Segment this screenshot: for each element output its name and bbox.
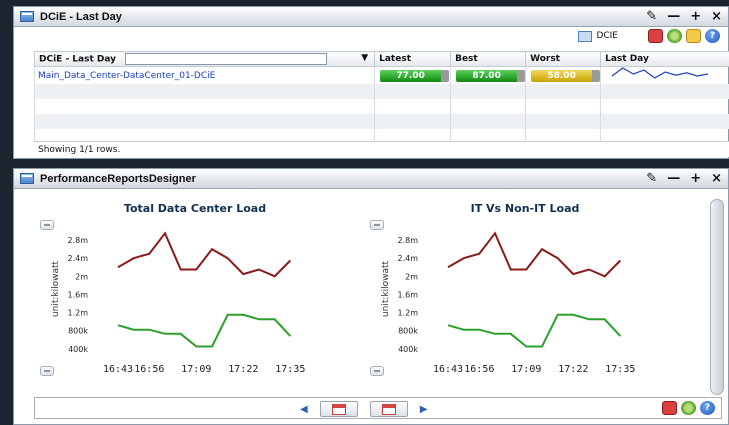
maximize-icon[interactable]: + <box>690 172 701 185</box>
table-row-empty <box>33 99 729 114</box>
x-tick-label: 17:22 <box>228 364 258 375</box>
y-tick-label: 1.6m <box>67 290 88 299</box>
table-row-empty <box>33 114 729 129</box>
calendar-icon <box>331 403 346 415</box>
column-header-worst[interactable]: Worst <box>525 51 602 67</box>
table-row-empty <box>33 84 729 99</box>
data-center-link[interactable]: Main_Data_Center-DataCenter_01-DCiE <box>38 71 215 81</box>
table-row[interactable]: Main_Data_Center-DataCenter_01-DCiE 77.0… <box>33 66 729 84</box>
column-header-name-label: DCiE - Last Day <box>39 54 117 65</box>
date-navigation: ◀ ▶ <box>300 401 427 417</box>
y-tick-label: 2.8m <box>67 236 88 245</box>
close-icon[interactable]: × <box>711 172 722 185</box>
vertical-scrollbar[interactable] <box>710 199 724 395</box>
x-tick-label: 16:43 <box>103 364 133 375</box>
worst-value-badge: 58.00 <box>531 69 601 82</box>
dcie-portlet-title: DCiE - Last Day <box>40 10 122 23</box>
folder-icon[interactable] <box>686 29 701 43</box>
dcie-table: DCiE - Last Day ▼ Latest Best Worst Last… <box>33 51 729 144</box>
x-tick-label: 16:56 <box>464 364 494 375</box>
dcie-portlet-header: DCiE - Last Day ✎ — + × <box>14 7 728 27</box>
settings-gear-icon[interactable] <box>681 401 696 415</box>
performance-portlet: PerformanceReportsDesigner ✎ — + × Total… <box>13 168 729 425</box>
dcie-table-label: DCIE <box>596 31 618 41</box>
rows-status-text: Showing 1/1 rows. <box>34 141 729 157</box>
it-vs-non-it-load-chart: IT Vs Non-IT Load unit:kilowatt 400k 800k 1.… <box>381 202 635 375</box>
pdf-export-icon[interactable] <box>648 29 663 43</box>
dcie-toolbar: DCIE ? <box>14 27 728 45</box>
y-axis-label: unit:kilowatt <box>51 260 61 317</box>
report-nav-bar: ◀ ▶ ? <box>34 397 722 419</box>
performance-portlet-header: PerformanceReportsDesigner ✎ — + × <box>14 169 728 189</box>
series-line-0 <box>447 231 622 278</box>
x-tick-label: 17:35 <box>275 364 305 375</box>
window-icon <box>20 11 34 22</box>
portlet-controls: ✎ — + × <box>646 172 722 185</box>
best-value-badge: 87.00 <box>456 69 526 82</box>
column-header-best[interactable]: Best <box>450 51 527 67</box>
previous-arrow-icon[interactable]: ◀ <box>300 404 308 415</box>
series-line-1 <box>117 313 292 348</box>
pdf-export-icon[interactable] <box>662 401 677 415</box>
chart-title: IT Vs Non-IT Load <box>471 202 580 215</box>
column-header-last-day[interactable]: Last Day <box>600 51 729 67</box>
x-tick-label: 17:09 <box>181 364 211 375</box>
total-data-center-load-chart: Total Data Center Load unit:kilowatt 400k 8… <box>51 202 305 375</box>
y-tick-label: 2.8m <box>397 236 418 245</box>
x-tick-label: 17:35 <box>605 364 635 375</box>
y-tick-label: 1.6m <box>397 290 418 299</box>
table-header-row: DCiE - Last Day ▼ Latest Best Worst Last… <box>33 51 729 67</box>
report-actions: ? <box>662 401 715 415</box>
y-tick-label: 2m <box>405 272 418 281</box>
dcie-portlet: DCiE - Last Day ✎ — + × DCIE ? DCiE - La… <box>13 6 729 159</box>
y-tick-label: 2.4m <box>67 254 88 263</box>
y-tick-label: 1.2m <box>67 309 88 318</box>
y-tick-label: 400k <box>398 345 418 354</box>
filter-dropdown-icon[interactable]: ▼ <box>361 53 368 63</box>
series-line-1 <box>447 313 622 348</box>
y-axis-label: unit:kilowatt <box>381 260 391 317</box>
calendar-icon <box>381 403 396 415</box>
x-tick-label: 16:56 <box>134 364 164 375</box>
edit-wrench-icon[interactable]: ✎ <box>646 10 657 23</box>
portlet-controls: ✎ — + × <box>646 10 722 23</box>
y-tick-label: 800k <box>398 327 418 336</box>
column-header-latest[interactable]: Latest <box>374 51 452 67</box>
filter-input[interactable] <box>125 53 328 65</box>
dcie-table-button[interactable]: DCIE <box>578 30 618 42</box>
table-icon <box>578 30 593 42</box>
x-tick-label: 17:22 <box>558 364 588 375</box>
close-icon[interactable]: × <box>711 10 722 23</box>
help-icon[interactable]: ? <box>705 29 720 43</box>
y-tick-label: 400k <box>68 345 88 354</box>
y-tick-label: 1.2m <box>397 309 418 318</box>
edit-wrench-icon[interactable]: ✎ <box>646 172 657 185</box>
window-icon <box>20 173 34 184</box>
minimize-icon[interactable]: — <box>667 172 680 185</box>
x-tick-label: 17:09 <box>511 364 541 375</box>
end-date-button[interactable] <box>369 401 408 417</box>
last-day-sparkline <box>611 67 709 79</box>
next-arrow-icon[interactable]: ▶ <box>420 404 428 415</box>
maximize-icon[interactable]: + <box>690 10 701 23</box>
charts-area: Total Data Center Load unit:kilowatt 400k 8… <box>14 190 728 393</box>
help-icon[interactable]: ? <box>700 401 715 415</box>
start-date-button[interactable] <box>319 401 358 417</box>
sparkline-line <box>611 67 709 79</box>
x-tick-label: 16:43 <box>433 364 463 375</box>
minimize-icon[interactable]: — <box>667 10 680 23</box>
settings-gear-icon[interactable] <box>667 29 682 43</box>
y-tick-label: 2m <box>75 272 88 281</box>
chart-title: Total Data Center Load <box>124 202 266 215</box>
y-tick-label: 800k <box>68 327 88 336</box>
series-line-0 <box>117 231 292 278</box>
performance-portlet-title: PerformanceReportsDesigner <box>40 172 196 185</box>
y-tick-label: 2.4m <box>397 254 418 263</box>
latest-value-badge: 77.00 <box>380 69 450 82</box>
column-header-name[interactable]: DCiE - Last Day ▼ <box>33 51 376 67</box>
